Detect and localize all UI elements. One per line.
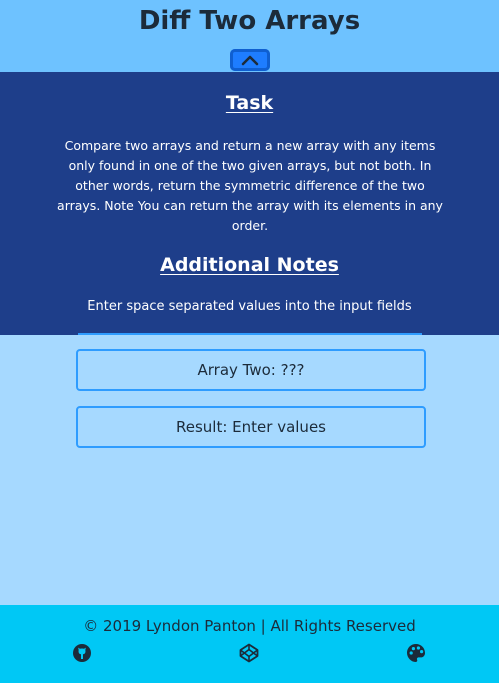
notes-description: Enter space separated values into the in… [87, 299, 412, 314]
result-output: Result: Enter values [76, 406, 426, 448]
info-panel: Task Compare two arrays and return a new… [0, 72, 499, 335]
array-two-output: Array Two: ??? [76, 349, 426, 391]
task-description: Compare two arrays and return a new arra… [57, 138, 443, 233]
palette-icon[interactable] [406, 643, 426, 663]
notes-heading: Additional Notes [160, 254, 339, 276]
array-one-output-edge [78, 333, 422, 335]
codepen-icon[interactable] [239, 643, 259, 663]
collapse-toggle-button[interactable] [230, 49, 270, 71]
page-title: Diff Two Arrays [138, 6, 361, 36]
header: Diff Two Arrays [0, 0, 499, 72]
copyright-text: © 2019 Lyndon Panton | All Rights Reserv… [83, 617, 416, 635]
footer: © 2019 Lyndon Panton | All Rights Reserv… [0, 605, 499, 683]
task-heading: Task [225, 92, 274, 114]
github-icon[interactable] [72, 643, 92, 663]
chevron-up-icon [241, 55, 259, 66]
